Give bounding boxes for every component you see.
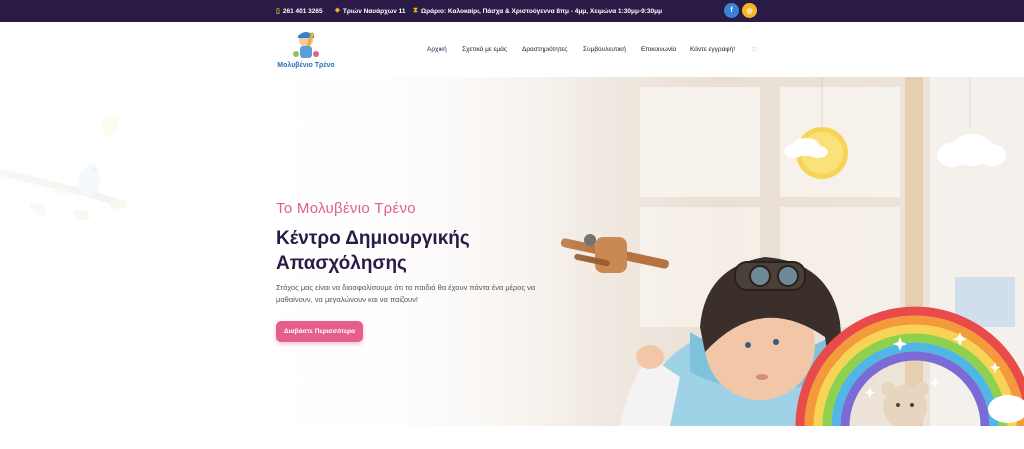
facebook-icon: f	[730, 7, 733, 14]
hours-text: Ωράριο: Καλοκαίρι, Πάσχα & Χριστούγεννα …	[420, 7, 663, 15]
nav-counseling[interactable]: Συμβουλευτική	[583, 46, 626, 53]
read-more-button[interactable]: Διαβάστε Περισσότερα	[276, 321, 363, 342]
map-pin-icon: ⬥	[335, 7, 340, 14]
logo-mascot-icon	[293, 32, 319, 58]
heart-icon[interactable]: ♡	[751, 46, 757, 54]
site-header: Μολυβένιο Τρένο Αρχική Σχετικά με εμάς Δ…	[0, 22, 1024, 77]
phone-icon: ▯	[276, 8, 280, 15]
leaf-icon	[29, 202, 47, 216]
tree-branch-icon	[0, 168, 124, 207]
address-contact[interactable]: ⬥ Τριών Ναυάρχων 11	[335, 7, 406, 15]
top-info-bar: ▯ 261 401 3265 ⬥ Τριών Ναυάρχων 11 ⧗ Ωρά…	[0, 0, 1024, 22]
instagram-link[interactable]: ◎	[742, 3, 757, 18]
yellow-bird-icon	[102, 113, 120, 136]
hero-subtitle: Το Μολυβένιο Τρένο	[276, 200, 416, 217]
cloud-icon	[937, 134, 1006, 167]
nav-contact[interactable]: Επικοινωνία	[641, 46, 676, 53]
leaf-icon	[54, 188, 66, 196]
facebook-link[interactable]: f	[724, 3, 739, 18]
toy-airplane-icon	[560, 234, 669, 273]
phone-number: 261 401 3265	[282, 7, 323, 15]
leaf-icon	[74, 209, 90, 221]
nav-home[interactable]: Αρχική	[427, 46, 447, 53]
leaf-icon	[109, 199, 127, 209]
nav-register[interactable]: Κάντε εγγραφή!	[690, 46, 735, 53]
hourglass-icon: ⧗	[413, 7, 418, 14]
bird-icon	[78, 164, 103, 196]
nav-activities[interactable]: Δραστηριότητες	[522, 46, 567, 53]
site-logo[interactable]: Μολυβένιο Τρένο	[276, 28, 336, 72]
address-text: Τριών Ναυάρχων 11	[342, 7, 406, 15]
logo-text: Μολυβένιο Τρένο	[277, 62, 335, 69]
hero-headline: Κέντρο Δημιουργικής Απασχόλησης	[276, 226, 576, 276]
nav-about[interactable]: Σχετικά με εμάς	[462, 46, 507, 53]
headline-line-1: Κέντρο Δημιουργικής	[276, 228, 470, 249]
instagram-icon: ◎	[746, 7, 753, 15]
headline-line-2: Απασχόλησης	[276, 253, 407, 274]
hero-description: Στόχος μας είναι να διασφαλίσουμε ότι τα…	[276, 283, 536, 304]
opening-hours: ⧗ Ωράριο: Καλοκαίρι, Πάσχα & Χριστούγενν…	[413, 7, 662, 15]
phone-contact[interactable]: ▯ 261 401 3265	[276, 7, 323, 16]
page-bottom-strip	[0, 426, 1024, 449]
teddy-bear-icon	[881, 382, 929, 426]
